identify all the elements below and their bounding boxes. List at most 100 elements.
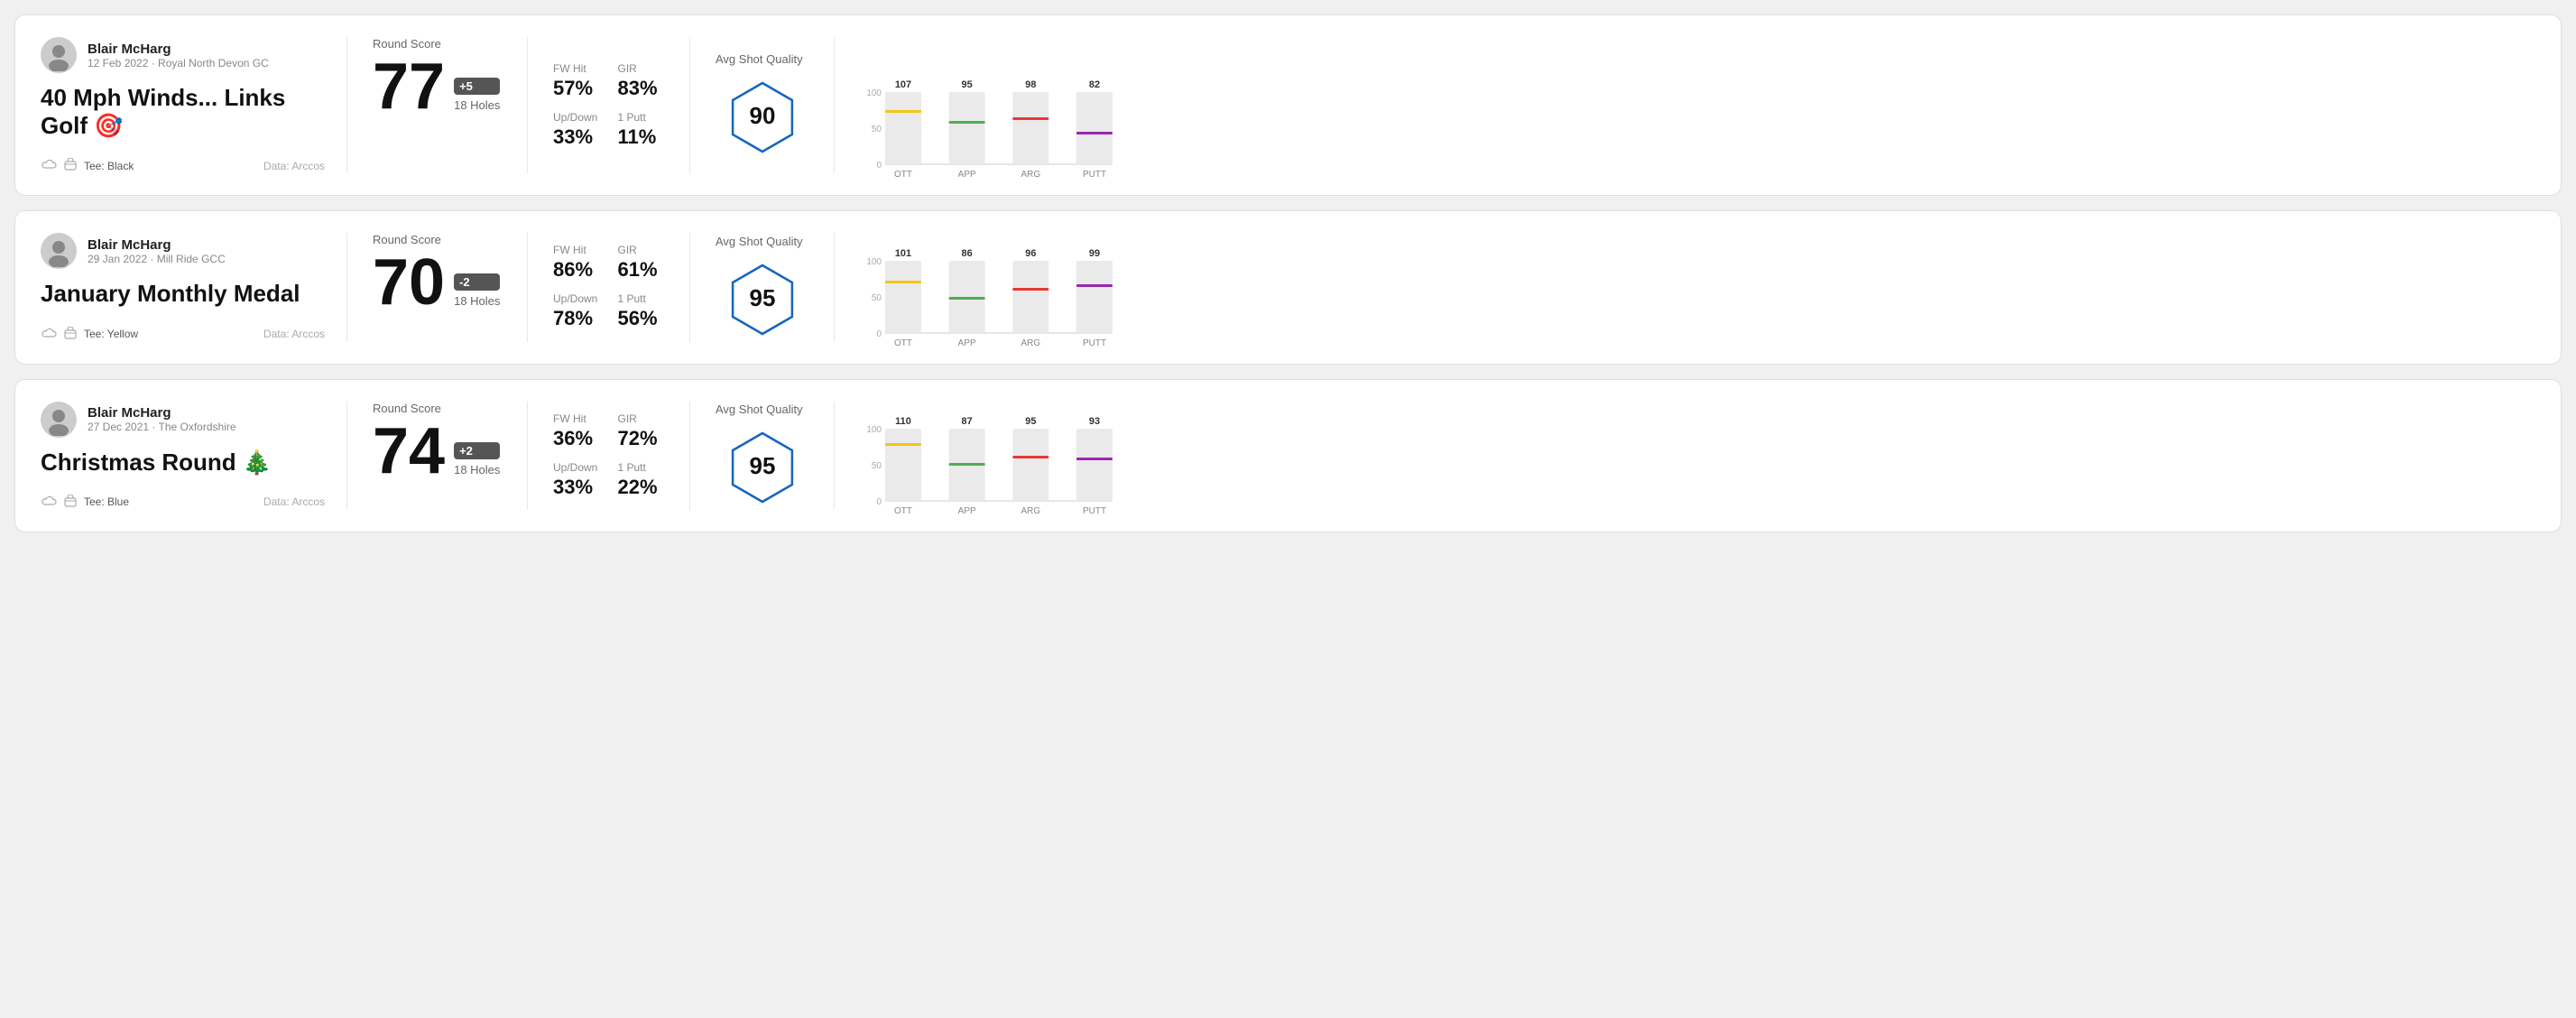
avatar: [41, 233, 77, 269]
oneputt-value: 22%: [618, 476, 665, 499]
fw-hit-stat: FW Hit 86%: [553, 244, 600, 282]
updown-stat: Up/Down 33%: [553, 461, 600, 499]
svg-text:0: 0: [876, 161, 882, 171]
gir-stat: GIR 72%: [618, 412, 665, 450]
svg-text:95: 95: [749, 284, 775, 311]
svg-text:87: 87: [962, 416, 973, 427]
updown-label: Up/Down: [553, 292, 600, 305]
svg-text:107: 107: [895, 79, 911, 90]
svg-text:98: 98: [1025, 79, 1036, 90]
quality-section: Avg Shot Quality 95: [690, 402, 835, 510]
svg-text:PUTT: PUTT: [1083, 338, 1106, 348]
round-card-2: Blair McHarg 27 Dec 2021 · The Oxfordshi…: [14, 379, 2562, 532]
svg-text:93: 93: [1089, 416, 1100, 427]
tee-label: Tee: Yellow: [84, 328, 138, 340]
left-section: Blair McHarg 29 Jan 2022 · Mill Ride GCC…: [41, 233, 347, 341]
score-label: Round Score: [373, 233, 502, 246]
bag-icon: [62, 158, 78, 173]
user-row: Blair McHarg 12 Feb 2022 · Royal North D…: [41, 37, 325, 73]
svg-text:PUTT: PUTT: [1083, 506, 1106, 516]
score-number: 70: [373, 250, 445, 315]
svg-text:OTT: OTT: [894, 506, 912, 516]
oneputt-label: 1 Putt: [618, 292, 665, 305]
svg-text:0: 0: [876, 329, 882, 339]
user-info: Blair McHarg 12 Feb 2022 · Royal North D…: [88, 42, 269, 69]
score-row: 77 +5 18 Holes: [373, 54, 502, 119]
svg-text:50: 50: [872, 461, 882, 471]
score-badge-col: +5 18 Holes: [454, 78, 500, 112]
svg-text:95: 95: [962, 79, 973, 90]
gir-value: 83%: [618, 77, 665, 100]
gir-stat: GIR 83%: [618, 62, 665, 100]
updown-stat: Up/Down 33%: [553, 111, 600, 149]
user-name: Blair McHarg: [88, 405, 236, 421]
gir-value: 61%: [618, 258, 665, 282]
gir-value: 72%: [618, 427, 665, 450]
data-source: Data: Arccos: [263, 160, 325, 172]
data-source: Data: Arccos: [263, 495, 325, 508]
svg-text:APP: APP: [958, 338, 976, 348]
svg-text:99: 99: [1089, 248, 1100, 259]
chart-section: 100500 101OTT86APP96ARG99PUTT: [835, 233, 2535, 341]
svg-text:100: 100: [866, 88, 882, 98]
score-holes: 18 Holes: [454, 294, 500, 308]
footer-row: Tee: Blue Data: Arccos: [41, 495, 325, 510]
gir-label: GIR: [618, 244, 665, 256]
score-badge: +5: [454, 78, 500, 95]
cloud-icon: [41, 159, 57, 172]
score-badge: +2: [454, 442, 500, 459]
svg-text:95: 95: [749, 452, 775, 479]
tee-label: Tee: Blue: [84, 495, 129, 508]
svg-text:90: 90: [749, 102, 775, 129]
svg-text:95: 95: [1025, 416, 1036, 427]
hexagon: 95: [722, 427, 803, 508]
quality-label: Avg Shot Quality: [716, 235, 803, 248]
tee-label: Tee: Black: [84, 160, 134, 172]
oneputt-label: 1 Putt: [618, 111, 665, 124]
svg-text:82: 82: [1089, 79, 1100, 90]
score-section: Round Score 70 -2 18 Holes: [347, 233, 528, 341]
score-row: 74 +2 18 Holes: [373, 419, 502, 484]
score-badge-col: +2 18 Holes: [454, 442, 500, 477]
score-holes: 18 Holes: [454, 463, 500, 477]
user-meta: 29 Jan 2022 · Mill Ride GCC: [88, 253, 226, 265]
hexagon: 90: [722, 77, 803, 158]
updown-value: 33%: [553, 125, 600, 149]
round-card-1: Blair McHarg 29 Jan 2022 · Mill Ride GCC…: [14, 210, 2562, 364]
oneputt-value: 56%: [618, 307, 665, 330]
score-section: Round Score 74 +2 18 Holes: [347, 402, 528, 510]
round-card-0: Blair McHarg 12 Feb 2022 · Royal North D…: [14, 14, 2562, 196]
fw-hit-label: FW Hit: [553, 412, 600, 425]
avatar: [41, 402, 77, 438]
oneputt-stat: 1 Putt 22%: [618, 461, 665, 499]
score-number: 74: [373, 419, 445, 484]
footer-row: Tee: Yellow Data: Arccos: [41, 327, 325, 342]
oneputt-label: 1 Putt: [618, 461, 665, 474]
updown-value: 33%: [553, 476, 600, 499]
updown-label: Up/Down: [553, 111, 600, 124]
updown-label: Up/Down: [553, 461, 600, 474]
chart-section: 100500 107OTT95APP98ARG82PUTT: [835, 37, 2535, 173]
data-source: Data: Arccos: [263, 328, 325, 340]
round-title: January Monthly Medal: [41, 280, 325, 308]
stats-section: FW Hit 57% GIR 83% Up/Down 33% 1 Putt 11…: [528, 37, 690, 173]
svg-text:100: 100: [866, 257, 882, 267]
round-title: Christmas Round 🎄: [41, 449, 325, 477]
user-name: Blair McHarg: [88, 237, 226, 253]
svg-text:96: 96: [1025, 248, 1036, 259]
left-section: Blair McHarg 12 Feb 2022 · Royal North D…: [41, 37, 347, 173]
updown-stat: Up/Down 78%: [553, 292, 600, 330]
fw-hit-stat: FW Hit 36%: [553, 412, 600, 450]
score-badge: -2: [454, 273, 500, 291]
fw-hit-value: 36%: [553, 427, 600, 450]
svg-text:100: 100: [866, 425, 882, 435]
quality-label: Avg Shot Quality: [716, 52, 803, 66]
stats-section: FW Hit 86% GIR 61% Up/Down 78% 1 Putt 56…: [528, 233, 690, 341]
cloud-icon: [41, 328, 57, 341]
fw-hit-value: 86%: [553, 258, 600, 282]
svg-text:50: 50: [872, 293, 882, 303]
svg-text:PUTT: PUTT: [1083, 170, 1106, 180]
oneputt-value: 11%: [618, 125, 665, 149]
tee-info: Tee: Yellow: [41, 327, 138, 342]
tee-info: Tee: Black: [41, 158, 134, 173]
